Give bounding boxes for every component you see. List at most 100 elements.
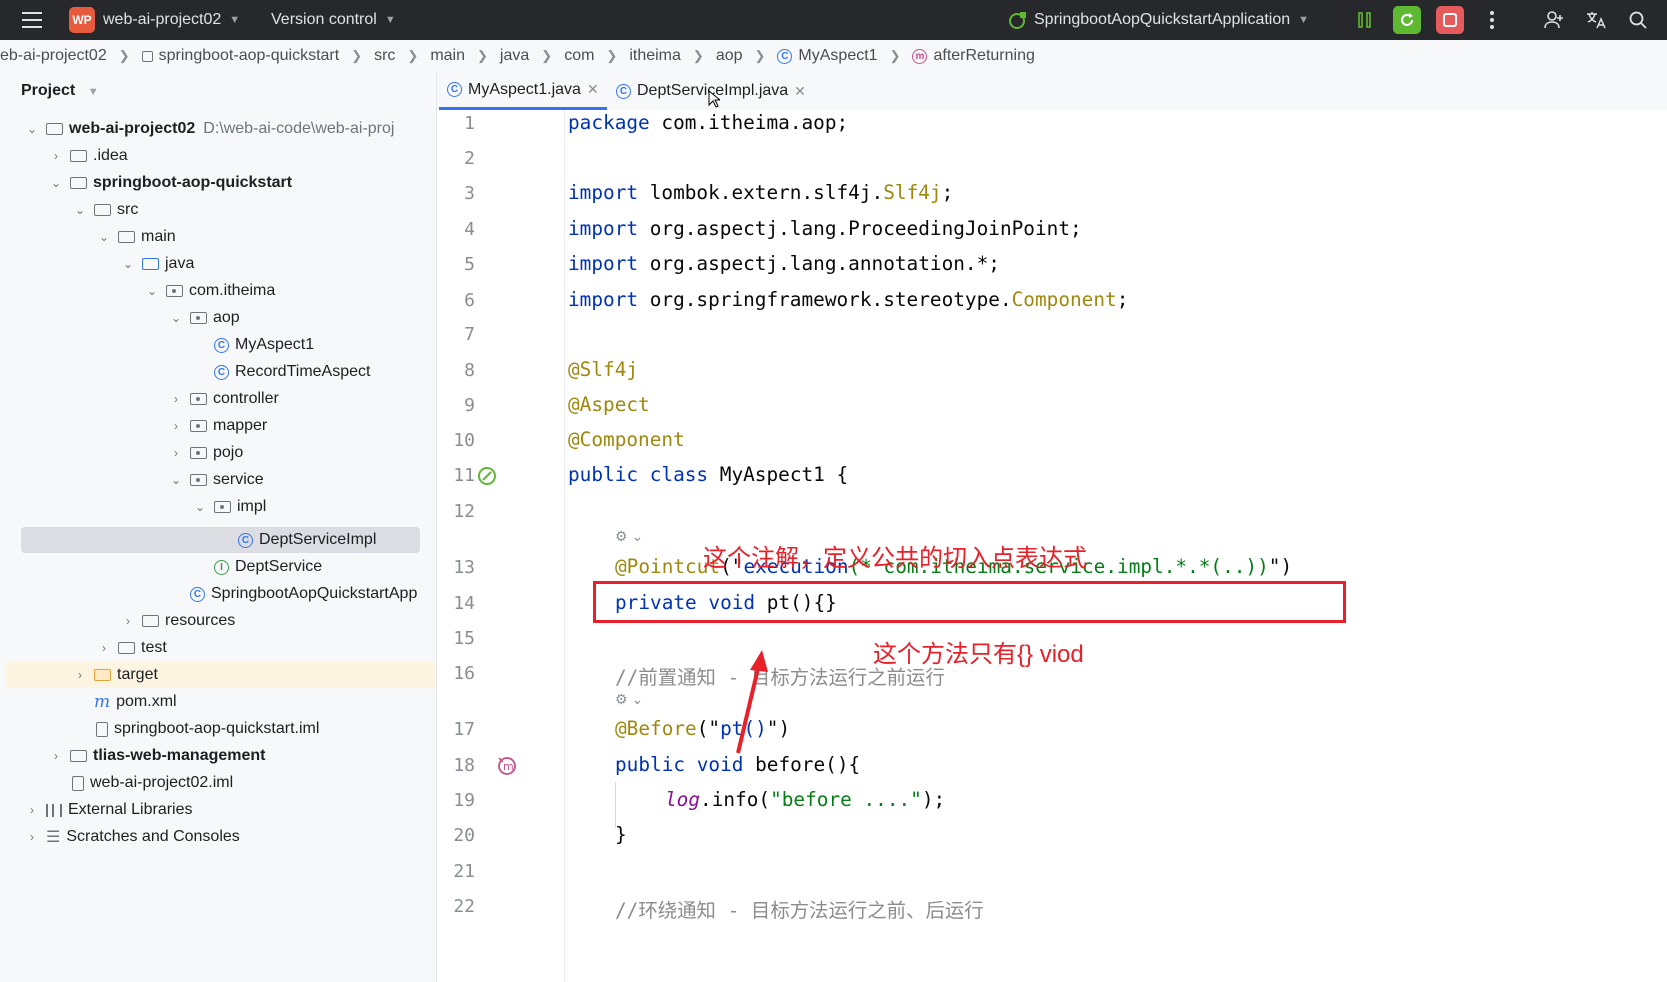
annotation-note-pointcut: 这个注解，定义公共的切入点表达式 bbox=[703, 545, 1087, 572]
tree-item-root-project[interactable]: ⌄ web-ai-project02 D:\web-ai-code\web-ai… bbox=[24, 116, 394, 142]
project-panel-title[interactable]: Project ▼ bbox=[21, 82, 99, 100]
annotation-arrow-icon bbox=[736, 650, 768, 754]
code-text: lombok.extern.slf4j. bbox=[638, 181, 884, 204]
breadcrumb-item-com[interactable]: com bbox=[564, 47, 594, 65]
static-field: log bbox=[665, 788, 701, 811]
tree-item-label: springboot-aop-quickstart.iml bbox=[114, 720, 320, 737]
tree-item-myaspect1[interactable]: C MyAspect1 bbox=[214, 332, 314, 358]
code-text: ; bbox=[1116, 288, 1129, 311]
tree-item-impl[interactable]: ⌄ impl bbox=[192, 494, 266, 520]
breadcrumb-item-java[interactable]: java bbox=[500, 47, 529, 65]
breadcrumb-item-main[interactable]: main bbox=[430, 47, 465, 65]
tree-item-recordtimeaspect[interactable]: C RecordTimeAspect bbox=[214, 359, 370, 385]
tree-item-target[interactable]: › target bbox=[72, 662, 158, 688]
advice-method-gutter-icon[interactable]: m bbox=[496, 755, 518, 777]
package-icon bbox=[190, 474, 207, 486]
code-text: .info( bbox=[700, 788, 771, 811]
search-button[interactable] bbox=[1624, 6, 1652, 34]
tree-item-module[interactable]: ⌄ springboot-aop-quickstart bbox=[48, 170, 292, 196]
tree-item-label: mapper bbox=[213, 417, 268, 434]
tree-item-label: Scratches and Consoles bbox=[66, 828, 240, 845]
code-line: import org.springframework.stereotype.Co… bbox=[568, 288, 1128, 311]
tree-item-aop[interactable]: ⌄ aop bbox=[168, 305, 240, 331]
tree-item-mapper[interactable]: › mapper bbox=[168, 413, 267, 439]
tree-item-module-iml[interactable]: springboot-aop-quickstart.iml bbox=[96, 716, 319, 742]
more-actions-button[interactable] bbox=[1478, 6, 1506, 34]
code-lens-icon[interactable]: ⚙ ⌄ bbox=[615, 528, 643, 545]
tab-label: MyAspect1.java bbox=[468, 80, 581, 98]
line-number: 10 bbox=[453, 430, 475, 451]
code-line: import org.aspectj.lang.annotation.*; bbox=[568, 252, 1000, 275]
close-icon[interactable]: ✕ bbox=[587, 81, 599, 98]
breadcrumb-item-src[interactable]: src bbox=[374, 47, 395, 65]
tree-item-pojo[interactable]: › pojo bbox=[168, 440, 243, 466]
chevron-right-icon: › bbox=[54, 749, 58, 763]
run-configuration-selector[interactable]: SpringbootAopQuickstartApplication ▼ bbox=[1008, 0, 1309, 40]
code-lens-icon[interactable]: ⚙ ⌄ bbox=[615, 691, 643, 708]
tree-item-project-iml[interactable]: web-ai-project02.iml bbox=[72, 770, 233, 796]
tree-item-resources[interactable]: › resources bbox=[120, 608, 235, 634]
tree-item-controller[interactable]: › controller bbox=[168, 386, 279, 412]
tree-item-scratches[interactable]: › ☰ Scratches and Consoles bbox=[24, 824, 240, 850]
tree-item-application[interactable]: C SpringbootAopQuickstartApp bbox=[190, 581, 417, 607]
breadcrumb-item-method[interactable]: afterReturning bbox=[933, 47, 1034, 65]
breadcrumb-item-class[interactable]: MyAspect1 bbox=[798, 47, 877, 65]
account-button[interactable] bbox=[1540, 6, 1568, 34]
tree-item-java[interactable]: ⌄ java bbox=[120, 251, 194, 277]
tree-item-com-itheima[interactable]: ⌄ com.itheima bbox=[144, 278, 275, 304]
tree-item-path: D:\web-ai-code\web-ai-proj bbox=[203, 120, 395, 137]
tree-item-idea[interactable]: › .idea bbox=[48, 143, 128, 169]
code-line: } bbox=[615, 823, 627, 846]
project-switcher[interactable]: WP web-ai-project02 ▼ bbox=[69, 0, 240, 40]
keyword: public void bbox=[615, 753, 744, 776]
tree-item-label: SpringbootAopQuickstartApp bbox=[211, 585, 418, 602]
version-control-menu[interactable]: Version control ▼ bbox=[271, 0, 396, 40]
tree-item-test[interactable]: › test bbox=[96, 635, 167, 661]
rerun-button[interactable] bbox=[1393, 6, 1421, 34]
file-icon bbox=[96, 721, 108, 737]
rerun-icon bbox=[1401, 13, 1413, 26]
code-text: MyAspect1 { bbox=[708, 463, 849, 486]
tree-item-deptserviceimpl[interactable]: C DeptServiceImpl bbox=[238, 527, 376, 553]
line-number: 21 bbox=[453, 861, 475, 882]
tree-item-src[interactable]: ⌄ src bbox=[72, 197, 138, 223]
tree-item-service[interactable]: ⌄ service bbox=[168, 467, 264, 493]
breadcrumb: eb-ai-project02 ❯ springboot-aop-quicksta… bbox=[0, 40, 1667, 72]
main-menu-button[interactable] bbox=[22, 0, 42, 40]
chevron-right-icon: ❯ bbox=[606, 48, 618, 63]
chevron-right-icon: › bbox=[30, 803, 34, 817]
code-text: org.aspectj.lang.annotation.*; bbox=[638, 252, 1000, 275]
chevron-down-icon: ▼ bbox=[87, 86, 99, 98]
tree-item-tlias[interactable]: › tlias-web-management bbox=[48, 743, 265, 769]
tree-item-label: DeptServiceImpl bbox=[259, 531, 377, 548]
translate-button[interactable] bbox=[1582, 6, 1610, 34]
spring-bean-gutter-icon[interactable] bbox=[476, 465, 498, 487]
breadcrumb-item-module[interactable]: springboot-aop-quickstart bbox=[159, 47, 340, 65]
chevron-right-icon: ❯ bbox=[889, 48, 901, 63]
tree-item-label: src bbox=[117, 201, 139, 218]
tree-item-label: springboot-aop-quickstart bbox=[93, 174, 293, 191]
line-number: 7 bbox=[464, 324, 475, 345]
tree-item-external-libraries[interactable]: › External Libraries bbox=[24, 797, 193, 823]
tab-myaspect1[interactable]: C MyAspect1.java ✕ bbox=[439, 72, 607, 110]
tree-item-pom[interactable]: m pom.xml bbox=[94, 689, 177, 715]
line-number: 3 bbox=[464, 183, 475, 204]
debug-button[interactable] bbox=[1351, 6, 1379, 34]
folder-icon bbox=[94, 204, 111, 216]
interface-icon: I bbox=[214, 559, 229, 575]
tree-item-deptservice[interactable]: I DeptService bbox=[214, 554, 322, 580]
package-icon bbox=[190, 312, 207, 324]
run-config-name: SpringbootAopQuickstartApplication bbox=[1034, 11, 1291, 28]
breadcrumb-item-itheima[interactable]: itheima bbox=[629, 47, 681, 65]
tree-item-main[interactable]: ⌄ main bbox=[96, 224, 176, 250]
method-icon: m bbox=[912, 48, 928, 64]
tree-item-label: controller bbox=[213, 390, 279, 407]
breadcrumb-item-project[interactable]: eb-ai-project02 bbox=[0, 47, 107, 65]
chevron-right-icon: › bbox=[54, 149, 58, 163]
module-folder-icon bbox=[46, 123, 63, 135]
tree-item-label: DeptService bbox=[235, 558, 323, 575]
line-number: 11 bbox=[453, 465, 475, 486]
close-icon[interactable]: ✕ bbox=[794, 83, 806, 100]
stop-button[interactable] bbox=[1436, 6, 1464, 34]
breadcrumb-item-aop[interactable]: aop bbox=[716, 47, 743, 65]
